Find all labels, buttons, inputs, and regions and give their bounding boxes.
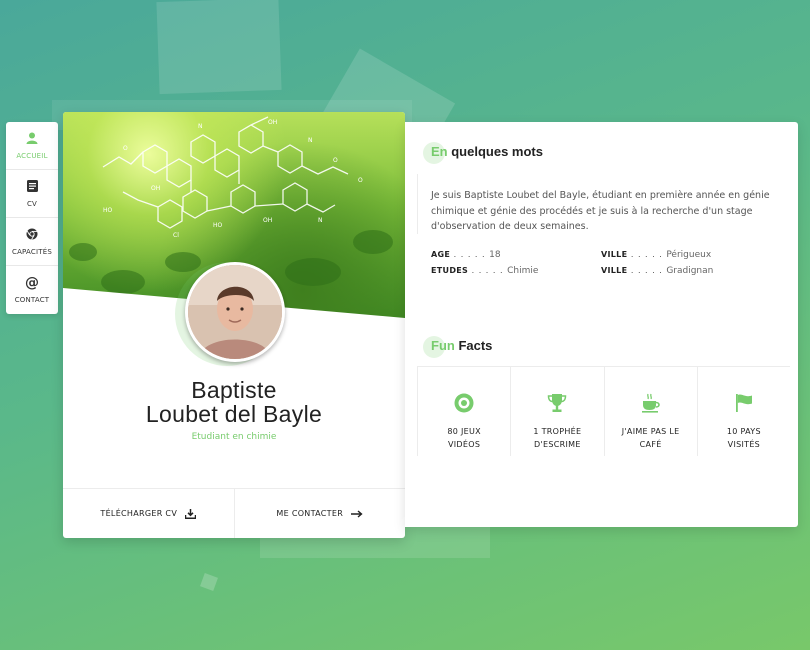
fact-label: J'AIME PAS LE CAFÉ (611, 425, 691, 451)
info-value: Gradignan (666, 266, 714, 276)
background-shape (200, 573, 218, 591)
menu-item-capacites[interactable]: CAPACITÉS (6, 218, 58, 266)
fact-line: 1 TROPHÉE (533, 427, 582, 436)
arrow-right-icon (351, 509, 363, 518)
menu-item-accueil[interactable]: ACCUEIL (6, 122, 58, 170)
target-icon (454, 393, 474, 415)
facts-title-accent: Fun (431, 338, 455, 353)
info-age: AGE . . . . . 18 (431, 250, 601, 266)
info-key: VILLE (601, 266, 628, 275)
info-key: VILLE (601, 250, 628, 259)
profile-first-name: Baptiste (191, 377, 277, 403)
info-row: ETUDES . . . . . Chimie VILLE . . . . . … (431, 266, 776, 282)
profile-name: Baptiste Loubet del Bayle (63, 378, 405, 426)
menu-item-cv[interactable]: CV (6, 170, 58, 218)
profile-role: Etudiant en chimie (191, 432, 277, 442)
info-value: Périgueux (666, 250, 712, 260)
fact-line: VISITÉS (727, 440, 761, 449)
menu-item-contact[interactable]: @ CONTACT (6, 266, 58, 314)
chrome-icon (26, 228, 38, 244)
fact-item: J'AIME PAS LE CAFÉ (604, 366, 698, 456)
at-icon: @ (25, 275, 39, 291)
info-dots: . . . . . (627, 250, 667, 259)
info-dots: . . . . . (468, 266, 508, 275)
contact-me-button[interactable]: ME CONTACTER (233, 489, 406, 538)
fact-line: J'AIME PAS LE (621, 427, 680, 436)
fact-line: 10 PAYS (726, 427, 761, 436)
fact-item: 10 PAYS VISITÉS (697, 366, 790, 456)
fact-item: 1 TROPHÉE D'ESCRIME (511, 366, 605, 456)
info-key: AGE (431, 250, 451, 259)
card-actions: TÉLÉCHARGER CV ME CONTACTER (63, 488, 405, 538)
fact-line: 80 JEUX (447, 427, 481, 436)
trophy-icon (547, 393, 567, 415)
side-menu: ACCUEIL CV CAPACITÉS @ CONTACT (6, 122, 58, 314)
user-icon (26, 132, 38, 148)
about-title: En quelques mots (423, 142, 543, 164)
info-grid: AGE . . . . . 18 VILLE . . . . . Périgue… (431, 250, 776, 282)
about-title-accent: En (431, 144, 448, 159)
profile-last-name: Loubet del Bayle (145, 401, 323, 427)
avatar (185, 262, 285, 362)
download-cv-label: TÉLÉCHARGER CV (100, 509, 178, 518)
info-studies: ETUDES . . . . . Chimie (431, 266, 601, 282)
info-city-2: VILLE . . . . . Gradignan (601, 266, 771, 282)
facts-title: Fun Facts (423, 336, 493, 358)
download-icon (185, 508, 197, 519)
info-dots: . . . . . (450, 250, 490, 259)
coffee-icon (641, 393, 661, 415)
menu-label: CONTACT (14, 296, 50, 304)
fact-item: 80 JEUX VIDÉOS (417, 366, 512, 456)
fact-line: VIDÉOS (448, 440, 481, 449)
info-key: ETUDES (431, 266, 469, 275)
about-title-rest: quelques mots (447, 144, 543, 159)
info-value: Chimie (507, 266, 539, 276)
intro-text: Je suis Baptiste Loubet del Bayle, étudi… (431, 190, 770, 232)
profile-card: O N OH N O OH HO OH N O HO Cl Baptiste L… (63, 112, 405, 538)
fact-label: 10 PAYS VISITÉS (704, 425, 784, 451)
info-city-1: VILLE . . . . . Périgueux (601, 250, 771, 266)
content-card: En quelques mots Je suis Baptiste Loubet… (405, 122, 798, 527)
menu-label: CAPACITÉS (11, 247, 52, 256)
info-value: 18 (489, 250, 501, 260)
fun-facts: 80 JEUX VIDÉOS 1 TROPHÉE D'ESCRIME J'AIM… (417, 366, 790, 456)
background-shape (156, 0, 282, 95)
flag-icon (734, 393, 754, 415)
fact-label: 80 JEUX VIDÉOS (424, 425, 504, 451)
vertical-divider (417, 174, 418, 234)
document-icon (26, 179, 38, 196)
contact-me-label: ME CONTACTER (276, 509, 344, 518)
menu-label: CV (26, 199, 38, 208)
download-cv-button[interactable]: TÉLÉCHARGER CV (63, 489, 234, 538)
avatar-container (175, 248, 301, 374)
info-row: AGE . . . . . 18 VILLE . . . . . Périgue… (431, 250, 776, 266)
fact-line: CAFÉ (639, 440, 662, 449)
fact-line: D'ESCRIME (534, 440, 581, 449)
info-dots: . . . . . (627, 266, 667, 275)
fact-label: 1 TROPHÉE D'ESCRIME (517, 425, 597, 451)
menu-label: ACCUEIL (16, 151, 48, 160)
facts-title-rest: Facts (454, 338, 493, 353)
